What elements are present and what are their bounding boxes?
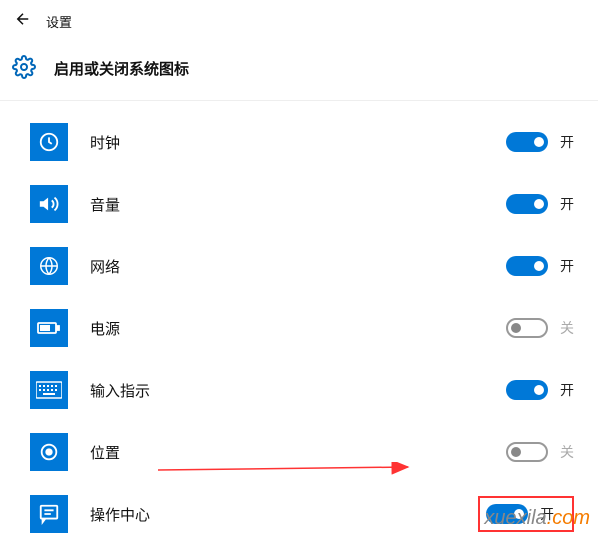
toggle-state-label: 开 [560,194,574,214]
toggle-state-label: 开 [560,380,574,400]
setting-label: 输入指示 [90,380,506,401]
action-center-icon [30,495,68,533]
back-icon[interactable] [14,10,32,33]
setting-row-clock: 时钟 开 [30,111,574,173]
window-title: 设置 [46,12,72,31]
toggle-wrap: 关 [506,442,574,462]
setting-label: 网络 [90,256,506,277]
toggle-state-label: 开 [560,132,574,152]
location-icon [30,433,68,471]
watermark: xuexila.com [484,507,590,530]
setting-label: 操作中心 [90,504,486,525]
toggle-switch[interactable] [506,256,548,276]
toggle-switch[interactable] [506,194,548,214]
toggle-wrap: 开 [506,256,574,276]
toggle-switch[interactable] [506,132,548,152]
setting-row-network: 网络 开 [30,235,574,297]
setting-row-volume: 音量 开 [30,173,574,235]
toggle-wrap: 关 [506,318,574,338]
toggle-wrap: 开 [506,380,574,400]
network-icon [30,247,68,285]
toggle-switch[interactable] [506,380,548,400]
page-title: 启用或关闭系统图标 [54,58,189,79]
toggle-state-label: 开 [560,256,574,276]
setting-label: 音量 [90,194,506,215]
toggle-state-label: 关 [560,442,574,462]
setting-label: 位置 [90,442,506,463]
toggle-wrap: 开 [506,194,574,214]
setting-label: 电源 [90,318,506,339]
toggle-switch[interactable] [506,442,548,462]
setting-row-location: 位置 关 [30,421,574,483]
setting-row-input: 输入指示 开 [30,359,574,421]
setting-label: 时钟 [90,132,506,153]
clock-icon [30,123,68,161]
input-icon [30,371,68,409]
toggle-wrap: 开 [506,132,574,152]
gear-icon [12,55,36,82]
setting-row-power: 电源 关 [30,297,574,359]
power-icon [30,309,68,347]
toggle-state-label: 关 [560,318,574,338]
toggle-switch[interactable] [506,318,548,338]
volume-icon [30,185,68,223]
